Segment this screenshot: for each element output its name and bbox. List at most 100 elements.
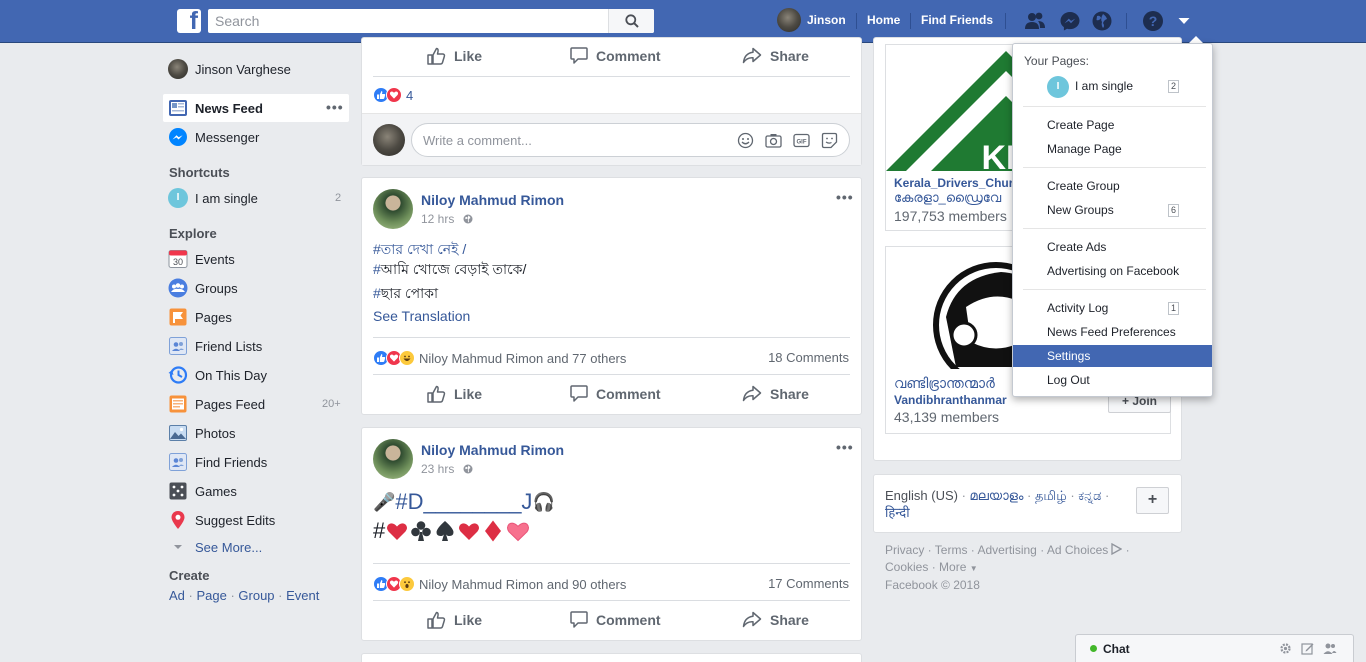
hashtag-text[interactable]: #D________J <box>395 489 532 515</box>
create-event-link[interactable]: Event <box>286 588 319 603</box>
group-name[interactable]: Kerala_Drivers_Chur <box>894 176 1024 190</box>
news-feed-preferences-item[interactable]: News Feed Preferences <box>1047 325 1176 339</box>
post-timestamp[interactable]: 12 hrs <box>421 212 473 226</box>
hashtag-text[interactable]: আমি খোজে বেড়াই তাকে/ <box>381 261 527 277</box>
help-icon[interactable]: ? <box>1142 10 1164 32</box>
comment-button[interactable]: Comment <box>570 47 661 64</box>
like-button[interactable]: Like <box>427 385 482 403</box>
post-options-icon[interactable]: ••• <box>836 189 854 205</box>
camera-icon[interactable] <box>765 132 782 149</box>
post-timestamp[interactable]: 23 hrs <box>421 462 473 476</box>
comment-count-link[interactable]: 17 Comments <box>768 576 849 591</box>
reaction-summary[interactable]: Niloy Mahmud Rimon and 77 others <box>373 350 626 366</box>
compose-icon[interactable] <box>1301 642 1314 655</box>
messenger-icon[interactable] <box>1059 10 1081 32</box>
ad-choices-link[interactable]: Ad Choices <box>1047 543 1108 557</box>
like-button[interactable]: Like <box>427 47 482 65</box>
group-name-local[interactable]: വണ്ടിഭ്രാന്തന്മാർ <box>894 375 1004 392</box>
share-button[interactable]: Share <box>742 47 809 64</box>
create-group-link[interactable]: Group <box>238 588 274 603</box>
sidebar-item-groups[interactable]: Groups <box>168 278 238 298</box>
add-language-button[interactable]: + <box>1136 487 1169 514</box>
gif-icon[interactable]: GIF <box>793 132 810 149</box>
page-item-i-am-single[interactable]: I am single <box>1075 79 1133 93</box>
sidebar-item-games[interactable]: Games <box>168 481 237 501</box>
notifications-globe-icon[interactable] <box>1091 10 1113 32</box>
account-menu-chevron-down-icon[interactable] <box>1173 10 1195 32</box>
new-groups-item[interactable]: New Groups <box>1047 203 1114 217</box>
privacy-link[interactable]: Privacy <box>885 543 924 557</box>
group-name-local[interactable]: കേരളാ_ഡ്രൈവേ <box>894 190 1024 206</box>
comment-count-link[interactable]: 18 Comments <box>768 350 849 365</box>
shortcut-item-i-am-single[interactable]: I I am single <box>168 188 258 208</box>
news-feed-options-icon[interactable]: ••• <box>326 99 344 115</box>
cookies-link[interactable]: Cookies <box>885 560 928 574</box>
comment-button[interactable]: Comment <box>570 385 661 402</box>
add-people-icon[interactable] <box>1323 642 1337 655</box>
language-link[interactable]: ಕನ್ನಡ <box>1078 488 1101 503</box>
sidebar-item-pages[interactable]: Pages <box>168 307 232 327</box>
comment-input-box[interactable]: Write a comment... GIF <box>411 123 850 157</box>
reaction-summary[interactable]: 4 <box>373 87 413 103</box>
create-ad-link[interactable]: Ad <box>169 588 185 603</box>
group-name[interactable]: Vandibhranthanmar <box>894 393 1007 407</box>
thumbs-up-icon <box>427 611 446 629</box>
post-author-name[interactable]: Niloy Mahmud Rimon <box>421 442 564 458</box>
post-author-name[interactable]: Niloy Mahmud Rimon <box>421 192 564 208</box>
sidebar-item-news-feed[interactable]: News Feed <box>168 98 263 118</box>
post-options-icon[interactable]: ••• <box>836 439 854 455</box>
sidebar-item-messenger[interactable]: Messenger <box>168 127 259 147</box>
sidebar-item-photos[interactable]: Photos <box>168 423 235 443</box>
sidebar-item-find-friends[interactable]: Find Friends <box>168 452 267 472</box>
language-link[interactable]: हिन्दी <box>885 505 910 520</box>
menu-separator <box>1023 106 1206 107</box>
search-input[interactable] <box>208 9 608 33</box>
hashtag[interactable]: # <box>373 261 381 277</box>
language-link[interactable]: മലയാളം <box>970 488 1024 503</box>
settings-item[interactable]: Settings <box>1013 345 1212 367</box>
home-link[interactable]: Home <box>867 13 900 27</box>
emoji-icon[interactable] <box>737 132 754 149</box>
create-page-item[interactable]: Create Page <box>1047 118 1114 132</box>
sidebar-item-friend-lists[interactable]: Friend Lists <box>168 336 262 356</box>
hashtag-text[interactable]: ছার পোকা <box>381 285 438 301</box>
manage-page-item[interactable]: Manage Page <box>1047 142 1122 156</box>
share-button[interactable]: Share <box>742 611 809 628</box>
sidebar-item-events[interactable]: 30 Events <box>168 249 235 269</box>
reaction-summary[interactable]: Niloy Mahmud Rimon and 90 others <box>373 576 626 592</box>
find-friends-link[interactable]: Find Friends <box>921 13 993 27</box>
advertising-link[interactable]: Advertising <box>977 543 1036 557</box>
create-page-link[interactable]: Page <box>196 588 226 603</box>
more-link[interactable]: More <box>939 560 966 574</box>
sidebar-item-pages-feed[interactable]: Pages Feed <box>168 394 265 414</box>
gear-icon[interactable] <box>1279 642 1292 655</box>
search-button[interactable] <box>608 9 654 33</box>
sticker-icon[interactable] <box>821 132 838 149</box>
sidebar-item-suggest-edits[interactable]: Suggest Edits <box>168 510 275 530</box>
profile-link[interactable]: Jinson <box>807 13 846 27</box>
create-ads-item[interactable]: Create Ads <box>1047 240 1106 254</box>
terms-link[interactable]: Terms <box>935 543 968 557</box>
activity-log-item[interactable]: Activity Log <box>1047 301 1108 315</box>
share-button[interactable]: Share <box>742 385 809 402</box>
friend-requests-icon[interactable] <box>1024 10 1046 32</box>
post-author-avatar[interactable] <box>373 439 413 479</box>
facebook-logo-icon[interactable]: f <box>177 9 201 33</box>
language-link[interactable]: தமிழ் <box>1035 488 1067 503</box>
hashtag[interactable]: # <box>373 285 381 301</box>
sidebar-item-on-this-day[interactable]: On This Day <box>168 365 267 385</box>
comment-icon <box>570 47 588 64</box>
see-translation-link[interactable]: See Translation <box>373 308 470 324</box>
chat-bar[interactable]: Chat <box>1075 634 1354 662</box>
profile-avatar[interactable] <box>777 8 801 32</box>
left-profile-link[interactable]: Jinson Varghese <box>168 59 291 79</box>
hashtag-text[interactable]: তার দেখা নেই / <box>381 241 466 257</box>
create-group-item[interactable]: Create Group <box>1047 179 1120 193</box>
advertising-on-facebook-item[interactable]: Advertising on Facebook <box>1047 264 1179 278</box>
log-out-item[interactable]: Log Out <box>1047 373 1090 387</box>
see-more-link[interactable]: See More... <box>168 537 262 557</box>
post-author-avatar[interactable] <box>373 189 413 229</box>
hashtag[interactable]: # <box>373 241 381 257</box>
comment-button[interactable]: Comment <box>570 611 661 628</box>
like-button[interactable]: Like <box>427 611 482 629</box>
